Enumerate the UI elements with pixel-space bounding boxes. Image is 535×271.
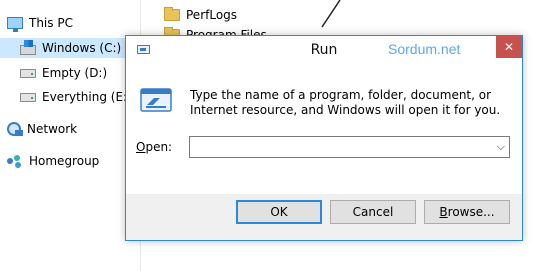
nav-item-everything-e[interactable]: Everything (E:) bbox=[20, 87, 132, 107]
navigation-pane: This PC Windows (C:) Empty (D:) Everythi… bbox=[0, 0, 140, 271]
nav-item-label: Network bbox=[27, 122, 78, 136]
nav-item-this-pc[interactable]: This PC bbox=[7, 13, 73, 33]
nav-item-label: Homegroup bbox=[29, 154, 100, 168]
watermark-text: Sordum.net bbox=[388, 41, 461, 57]
dialog-body: Type the name of a program, folder, docu… bbox=[126, 66, 522, 194]
run-dialog: Run Sordum.net ✕ Type the name of a prog… bbox=[125, 35, 523, 241]
nav-item-empty-d[interactable]: Empty (D:) bbox=[20, 63, 107, 83]
close-icon: ✕ bbox=[503, 40, 515, 54]
nav-item-network[interactable]: Network bbox=[7, 119, 77, 139]
nav-item-label: Empty (D:) bbox=[42, 66, 108, 80]
dialog-description: Type the name of a program, folder, docu… bbox=[190, 88, 501, 117]
title-bar[interactable]: Run Sordum.net ✕ bbox=[126, 36, 522, 66]
open-combobox[interactable]: ⌵ bbox=[189, 136, 510, 158]
dialog-footer: OK Cancel Browse... bbox=[126, 194, 522, 240]
chevron-down-icon[interactable]: ⌵ bbox=[497, 140, 505, 154]
nav-item-label: This PC bbox=[29, 16, 73, 30]
open-input[interactable] bbox=[193, 138, 487, 158]
cancel-button[interactable]: Cancel bbox=[330, 200, 416, 224]
nav-item-label: Everything (E:) bbox=[42, 90, 132, 104]
annotation-line bbox=[321, 0, 341, 28]
drive-icon bbox=[20, 92, 36, 102]
file-item-perflogs[interactable]: PerfLogs bbox=[164, 5, 237, 25]
homegroup-icon bbox=[7, 155, 23, 168]
windows-drive-icon bbox=[20, 40, 36, 55]
close-button[interactable]: ✕ bbox=[496, 36, 522, 58]
drive-icon bbox=[20, 68, 36, 78]
open-label: Open: bbox=[136, 140, 173, 154]
nav-item-label: Windows (C:) bbox=[42, 41, 122, 55]
run-program-icon bbox=[140, 88, 172, 112]
dialog-title: Run bbox=[310, 42, 338, 58]
nav-item-homegroup[interactable]: Homegroup bbox=[7, 151, 99, 171]
pc-icon bbox=[7, 17, 23, 32]
nav-item-windows-c[interactable]: Windows (C:) bbox=[0, 38, 140, 58]
browse-button[interactable]: Browse... bbox=[424, 200, 510, 224]
network-icon bbox=[7, 122, 23, 136]
folder-icon bbox=[164, 7, 180, 21]
file-item-label: PerfLogs bbox=[186, 8, 238, 22]
ok-button[interactable]: OK bbox=[236, 200, 322, 224]
